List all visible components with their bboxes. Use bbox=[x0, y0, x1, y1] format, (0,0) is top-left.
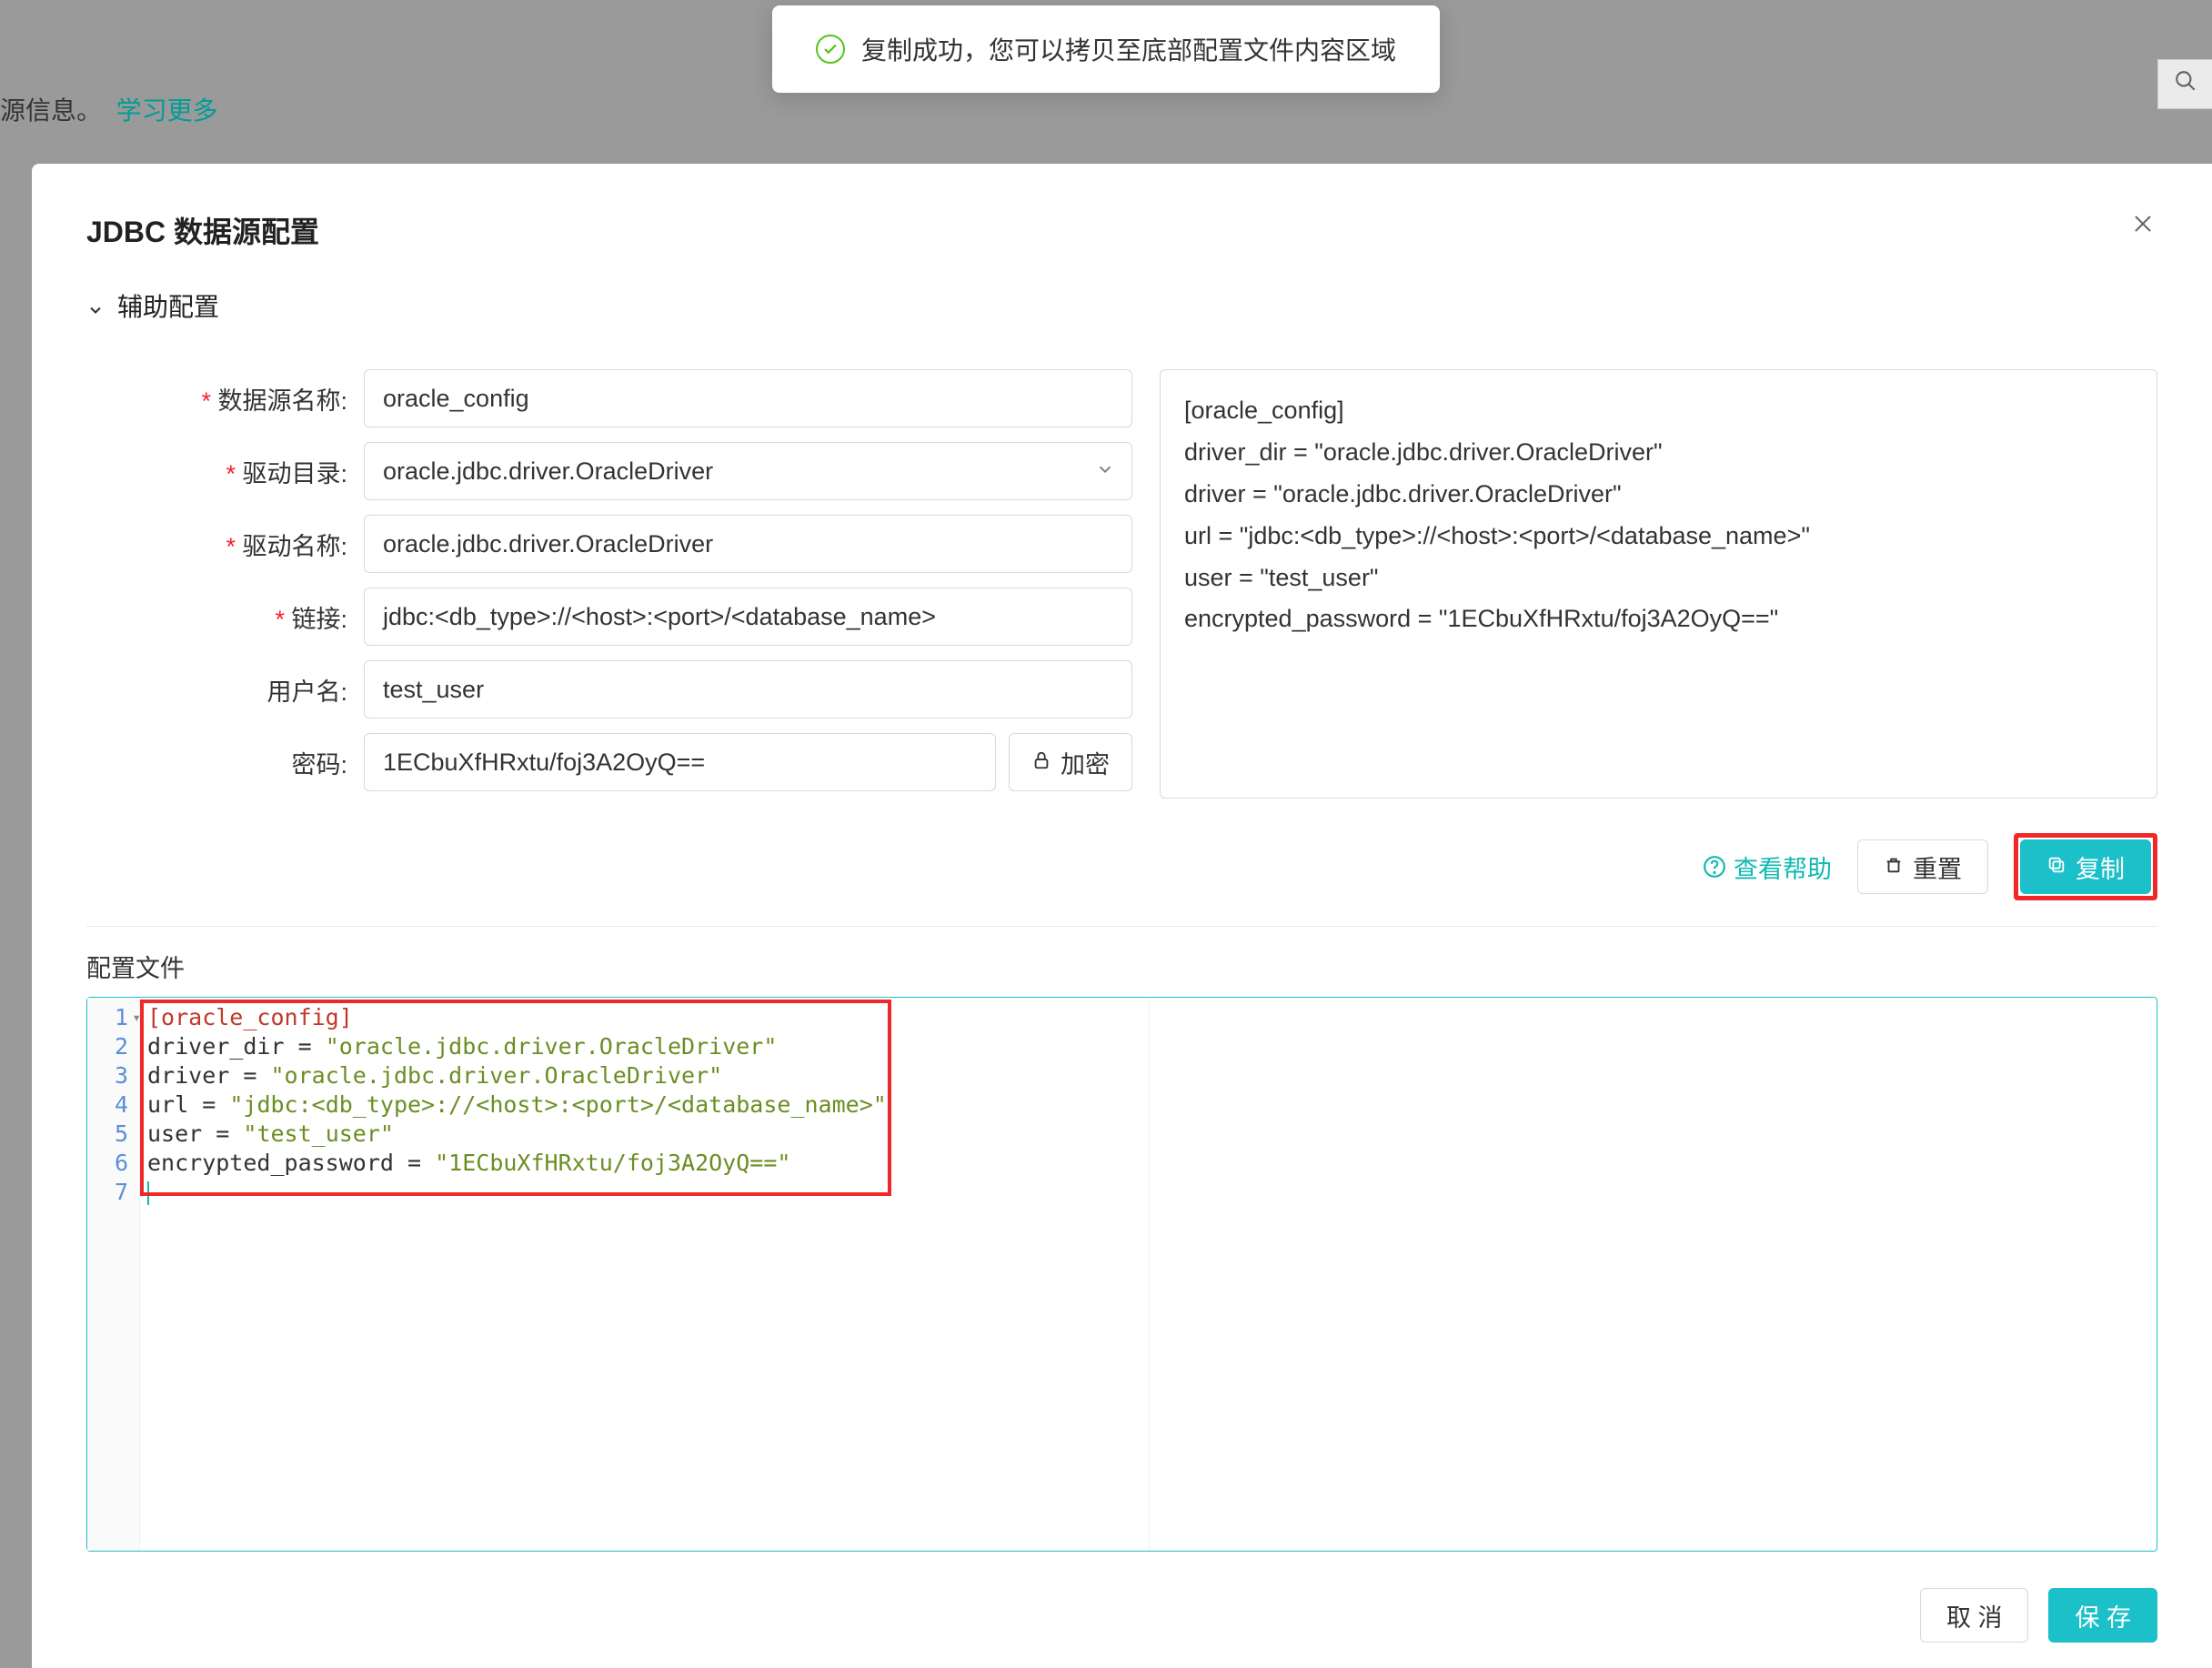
code-body[interactable]: [oracle_config]driver_dir = "oracle.jdbc… bbox=[140, 998, 2157, 1551]
copy-button[interactable]: 复制 bbox=[2020, 839, 2151, 894]
info-text: 源信息。 bbox=[0, 96, 102, 125]
label-username: 用户名: bbox=[86, 672, 364, 708]
action-bar: 查看帮助 重置 复制 bbox=[86, 833, 2157, 927]
line-number: 1 bbox=[87, 1003, 139, 1032]
search-icon bbox=[2174, 69, 2197, 99]
line-number: 2 bbox=[87, 1032, 139, 1061]
label-url: 链接: bbox=[86, 599, 364, 635]
save-button[interactable]: 保 存 bbox=[2048, 1588, 2157, 1643]
config-file-editor[interactable]: 1234567 [oracle_config]driver_dir = "ora… bbox=[86, 997, 2157, 1552]
copy-button-highlight: 复制 bbox=[2014, 833, 2157, 900]
modal-title: JDBC 数据源配置 bbox=[86, 209, 319, 251]
reset-icon bbox=[1884, 853, 1904, 881]
label-datasource-name: 数据源名称: bbox=[86, 381, 364, 417]
success-icon bbox=[816, 35, 845, 64]
form-fields: 数据源名称: oracle_config 驱动目录: oracle.jdbc.d… bbox=[86, 369, 1132, 806]
aux-config-toggle[interactable]: 辅助配置 bbox=[86, 287, 2157, 324]
close-button[interactable] bbox=[2128, 209, 2157, 238]
lock-icon bbox=[1031, 749, 1051, 777]
line-number: 7 bbox=[87, 1178, 139, 1207]
section-title: 辅助配置 bbox=[117, 287, 219, 324]
view-help-link[interactable]: 查看帮助 bbox=[1703, 849, 1832, 885]
input-url[interactable]: jdbc:<db_type>://<host>:<port>/<database… bbox=[364, 588, 1132, 646]
background-info: 源信息。 学习更多 bbox=[0, 91, 218, 127]
label-driver-name: 驱动名称: bbox=[86, 527, 364, 562]
cancel-button[interactable]: 取 消 bbox=[1920, 1588, 2029, 1643]
editor-divider bbox=[1149, 998, 1150, 1551]
reset-button[interactable]: 重置 bbox=[1857, 839, 1988, 894]
learn-more-link[interactable]: 学习更多 bbox=[116, 96, 218, 125]
copy-icon bbox=[2046, 853, 2066, 881]
chevron-down-icon bbox=[1095, 457, 1115, 486]
line-number: 3 bbox=[87, 1061, 139, 1090]
select-driver-dir[interactable]: oracle.jdbc.driver.OracleDriver bbox=[364, 442, 1132, 500]
label-password: 密码: bbox=[86, 745, 364, 780]
config-file-label: 配置文件 bbox=[86, 949, 2157, 984]
toast-message: 复制成功，您可以拷贝至底部配置文件内容区域 bbox=[861, 31, 1396, 67]
config-preview: [oracle_config] driver_dir = "oracle.jdb… bbox=[1160, 369, 2157, 799]
chevron-down-icon bbox=[86, 296, 105, 315]
encrypt-button[interactable]: 加密 bbox=[1009, 733, 1132, 791]
search-button[interactable] bbox=[2157, 59, 2212, 109]
line-gutter: 1234567 bbox=[87, 998, 140, 1551]
line-number: 6 bbox=[87, 1149, 139, 1178]
footer-actions: 取 消 保 存 bbox=[86, 1588, 2157, 1643]
toast-notification: 复制成功，您可以拷贝至底部配置文件内容区域 bbox=[772, 5, 1440, 93]
jdbc-config-modal: JDBC 数据源配置 辅助配置 数据源名称: oracle_config 驱动目… bbox=[32, 164, 2212, 1668]
input-driver-name[interactable]: oracle.jdbc.driver.OracleDriver bbox=[364, 515, 1132, 573]
input-username[interactable]: test_user bbox=[364, 660, 1132, 718]
input-datasource-name[interactable]: oracle_config bbox=[364, 369, 1132, 427]
line-number: 5 bbox=[87, 1120, 139, 1149]
input-password[interactable]: 1ECbuXfHRxtu/foj3A2OyQ== bbox=[364, 733, 996, 791]
text-cursor bbox=[147, 1181, 149, 1205]
line-number: 4 bbox=[87, 1090, 139, 1120]
label-driver-dir: 驱动目录: bbox=[86, 454, 364, 489]
